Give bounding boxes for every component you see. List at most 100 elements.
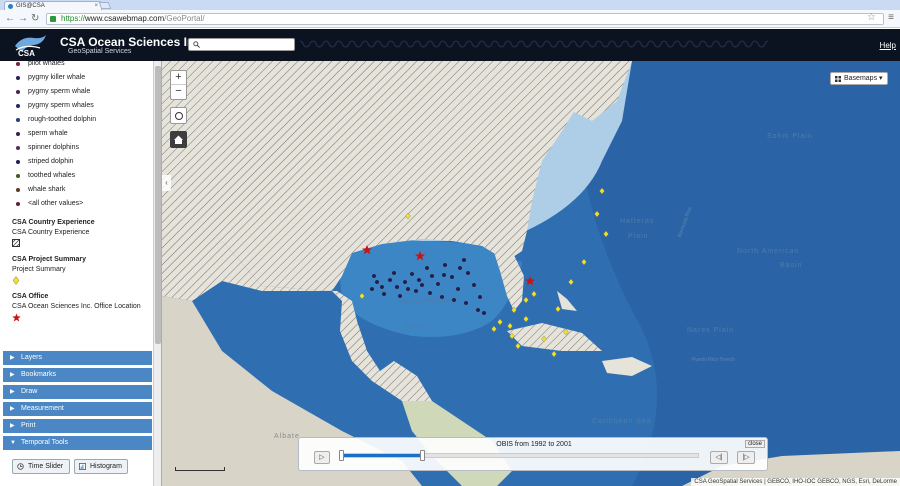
search-icon: [193, 41, 200, 48]
legend-item-label: rough-toothed dolphin: [28, 116, 97, 123]
map-label: Mexico: [425, 298, 454, 305]
grid-icon: [835, 76, 841, 82]
app-header: 〰〰〰〰〰〰〰〰〰〰〰〰〰〰〰〰〰〰 CSA CSA Ocean Science…: [0, 29, 900, 61]
zoom-control: + −: [170, 70, 187, 100]
sidebar: pilot whales pygmy killer whale pygmy sper…: [0, 61, 162, 486]
menu-icon[interactable]: ≡: [888, 12, 894, 23]
time-slider-start-handle[interactable]: [339, 450, 344, 461]
legend-item-label: pygmy killer whale: [28, 74, 86, 81]
legend-item-label: pygmy sperm whales: [28, 102, 94, 109]
globe-icon: [8, 4, 13, 9]
accordion-print[interactable]: ▶ Print: [3, 419, 152, 433]
legend-section-symbol: [11, 238, 152, 248]
legend-item-label: striped dolphin: [28, 158, 74, 165]
address-bar[interactable]: https://www.csawebmap.com/GeoPortal/: [46, 13, 884, 25]
legend-section: CSA Office CSA Ocean Sciences Inc. Office…: [0, 293, 152, 322]
browser-toolbar: ← → ↻ https://www.csawebmap.com/GeoPorta…: [0, 10, 900, 28]
accordion-layers[interactable]: ▶ Layers: [3, 351, 152, 365]
legend-item-label: sperm whale: [28, 130, 68, 137]
map-label: Caribbean Sea: [592, 418, 652, 425]
legend-dot-icon: [16, 174, 20, 178]
legend-item-label: <all other values>: [28, 200, 84, 207]
legend-dot-icon: [16, 118, 20, 122]
home-button[interactable]: [170, 131, 187, 148]
new-tab-button[interactable]: [98, 2, 112, 9]
map-attribution: CSA GeoSpatial Services | GEBCO, IHO-IOC…: [691, 478, 900, 486]
browser-tab[interactable]: GIS@CSA ×: [4, 1, 102, 10]
map-label: Basin: [404, 323, 427, 330]
legend-scrollbar[interactable]: [153, 61, 161, 486]
time-slider-end-handle[interactable]: [419, 450, 425, 461]
legend-dot-icon: [16, 160, 20, 164]
time-slider-button[interactable]: Time Slider: [12, 459, 70, 474]
browser-tab-bar: GIS@CSA ×: [0, 0, 900, 10]
histogram-button[interactable]: Histogram: [74, 459, 128, 474]
legend-item-label: toothed whales: [28, 172, 76, 179]
accordion-measurement[interactable]: ▶ Measurement: [3, 402, 152, 416]
map-label: Albate: [274, 433, 300, 440]
caret-right-icon: ▶: [10, 389, 15, 395]
caret-down-icon: ▾: [879, 75, 883, 82]
accordion-draw[interactable]: ▶ Draw: [3, 385, 152, 399]
help-link[interactable]: Help: [880, 41, 896, 50]
time-slider-fill: [342, 454, 421, 457]
bookmark-star-icon[interactable]: ☆: [867, 12, 876, 23]
accordion-label: Print: [21, 422, 36, 429]
time-slider-close-button[interactable]: close: [744, 440, 765, 448]
locate-button[interactable]: [170, 107, 187, 124]
legend-panel: pilot whales pygmy killer whale pygmy sper…: [0, 61, 152, 347]
collapse-sidebar-button[interactable]: ‹: [162, 175, 171, 191]
legend-item-label: pilot whales: [28, 61, 65, 67]
zoom-in-button[interactable]: +: [171, 71, 186, 85]
legend-dot-icon: [16, 62, 20, 66]
url-scheme: https://: [61, 14, 86, 23]
previous-step-button[interactable]: ◁|: [710, 451, 728, 464]
next-step-button[interactable]: |▷: [737, 451, 755, 464]
search-input[interactable]: [188, 38, 295, 51]
close-tab-icon[interactable]: ×: [94, 2, 98, 10]
circle-icon: [175, 112, 183, 120]
legend-item: pilot whales: [0, 61, 152, 71]
legend-item-label: whale shark: [28, 186, 66, 193]
legend-item: pygmy sperm whales: [0, 99, 152, 113]
map-label: Basin: [780, 262, 803, 269]
legend-section-title: CSA Country Experience: [12, 219, 95, 226]
map-label: Hatteras: [620, 218, 655, 225]
legend-section-label: CSA Ocean Sciences Inc. Office Location: [12, 303, 141, 310]
legend-section-label: CSA Country Experience: [12, 229, 90, 236]
legend-item: toothed whales: [0, 169, 152, 183]
play-button[interactable]: ▷: [314, 451, 330, 464]
accordion-label: Draw: [21, 388, 38, 395]
browser-tab-title: GIS@CSA: [16, 3, 45, 9]
accordion-label: Measurement: [21, 405, 64, 412]
brand-title: CSA Ocean Sciences Inc.: [60, 35, 205, 49]
map-label: Nares Plain: [687, 327, 735, 334]
basemaps-label: Basemaps: [844, 75, 878, 82]
zoom-out-button[interactable]: −: [171, 85, 186, 99]
time-slider-title: OBIS from 1992 to 2001: [496, 441, 572, 448]
legend-section: CSA Country Experience CSA Country Experi…: [0, 219, 152, 248]
forward-arrow-icon[interactable]: →: [18, 13, 28, 25]
reload-icon[interactable]: ↻: [31, 13, 39, 25]
time-slider-track[interactable]: [341, 453, 699, 458]
legend-item: pygmy killer whale: [0, 71, 152, 85]
legend-item: whale shark: [0, 183, 152, 197]
clock-icon: [17, 463, 24, 470]
star-icon: [12, 313, 21, 322]
legend-item: rough-toothed dolphin: [0, 113, 152, 127]
basemaps-button[interactable]: Basemaps ▾: [830, 72, 888, 85]
scale-bar: [175, 467, 225, 471]
logo-text: CSA: [18, 49, 35, 58]
accordion-bookmarks[interactable]: ▶ Bookmarks: [3, 368, 152, 382]
accordion-temporal-tools[interactable]: ▼ Temporal Tools: [3, 436, 152, 450]
scrollbar-thumb[interactable]: [155, 66, 161, 344]
legend-dot-icon: [16, 76, 20, 80]
basemap[interactable]: [162, 61, 900, 486]
time-slider-widget: OBIS from 1992 to 2001 close ▷ ◁| |▷: [298, 437, 768, 471]
accordion-label: Bookmarks: [21, 371, 57, 378]
legend-dot-icon: [16, 188, 20, 192]
time-slider-label: Time Slider: [28, 463, 64, 470]
step-forward-icon: |▷: [742, 454, 750, 461]
back-arrow-icon[interactable]: ←: [5, 13, 15, 25]
map-view[interactable]: Sohm Plain Hatteras Plain North American Bas…: [162, 61, 900, 486]
